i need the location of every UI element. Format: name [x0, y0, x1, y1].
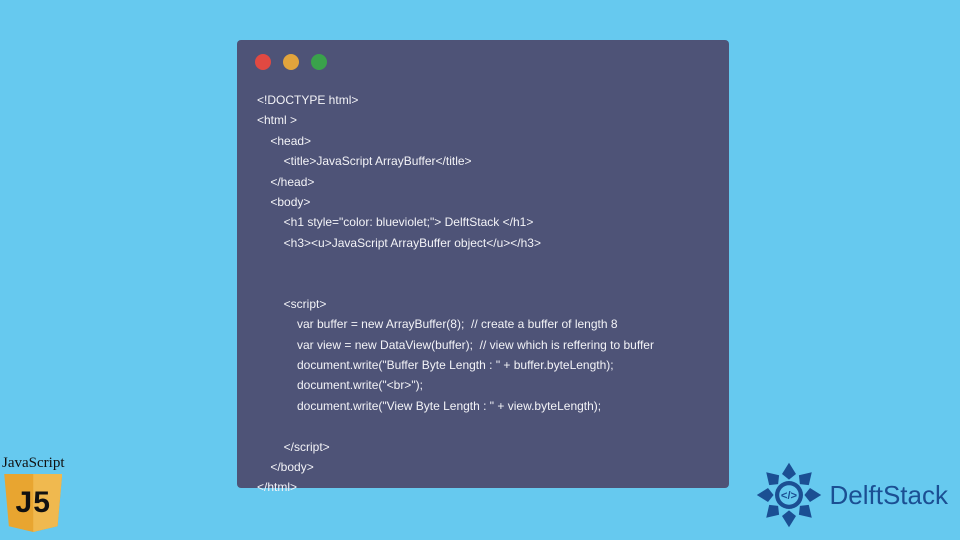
delftstack-brand-text: DelftStack — [830, 480, 949, 511]
code-window: <!DOCTYPE html> <html > <head> <title>Ja… — [237, 40, 729, 488]
delftstack-logo: </> DelftStack — [754, 460, 949, 530]
javascript-label: JavaScript — [2, 455, 64, 472]
javascript-shield-icon: J5 — [4, 474, 62, 532]
minimize-icon[interactable] — [283, 54, 299, 70]
javascript-badge: JavaScript J5 — [2, 455, 64, 532]
close-icon[interactable] — [255, 54, 271, 70]
code-body: <!DOCTYPE html> <html > <head> <title>Ja… — [237, 84, 729, 518]
delftstack-emblem-icon: </> — [754, 460, 824, 530]
window-titlebar — [237, 40, 729, 84]
maximize-icon[interactable] — [311, 54, 327, 70]
javascript-shield-text: J5 — [16, 486, 51, 520]
svg-text:</>: </> — [780, 490, 797, 502]
